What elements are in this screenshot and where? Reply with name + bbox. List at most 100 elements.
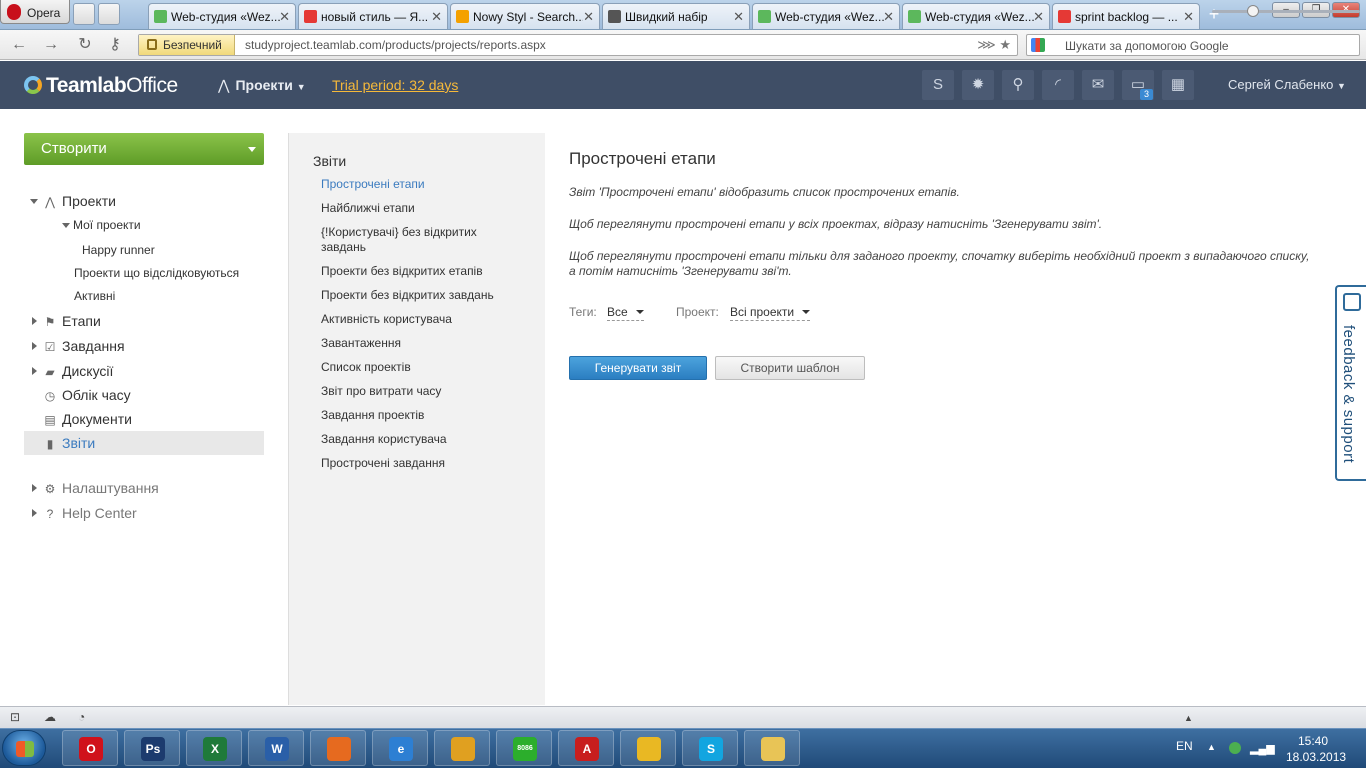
tab-title: Швидкий набір [625,10,708,24]
module-menu[interactable]: ⋀ Проекти ▼ [218,77,306,94]
network-icon[interactable]: ▂▄▆ [1250,742,1275,755]
gear-icon: ⚙ [44,482,56,496]
close-tab-icon[interactable]: ✕ [431,9,442,25]
close-tab-icon[interactable]: ✕ [279,9,290,25]
browser-tab[interactable]: Web-студия «Wez... ✕ [902,3,1050,29]
tags-select[interactable]: Все [607,305,644,321]
speed-dial-icon[interactable] [73,3,95,25]
report-link[interactable]: Активність користувача [321,312,521,327]
create-template-button[interactable]: Створити шаблон [715,356,865,380]
teamlab-logo[interactable]: TeamlabOffice [24,74,178,98]
language-indicator[interactable]: EN [1176,739,1193,753]
report-link[interactable]: {!Користувачі} без відкритих завдань [321,225,501,255]
trial-period-link[interactable]: Trial period: 32 days [332,77,458,93]
taskbar-app-button[interactable]: W [248,730,304,766]
close-tab-icon[interactable]: ✕ [1033,9,1044,25]
browser-tab[interactable]: sprint backlog — ... ✕ [1052,3,1200,29]
browser-tab[interactable]: Web-студия «Wez... ✕ [752,3,900,29]
browser-tab[interactable]: Nowy Styl - Search... ✕ [450,3,600,29]
sidebar-item-time-tracking[interactable]: ◷ Облік часу [45,387,131,403]
gear-icon[interactable]: ✹ [962,70,994,100]
feedback-tab[interactable]: feedback & support [1335,285,1366,481]
address-bar[interactable]: Безпечний studyproject.teamlab.com/produ… [138,34,1018,56]
close-tab-icon[interactable]: ✕ [583,9,594,25]
nav-followed-projects[interactable]: Проекти що відслідковуються [74,266,239,280]
expand-icon [30,199,38,204]
windows-logo-icon [16,741,34,757]
browser-tab[interactable]: Швидкий набір ✕ [602,3,750,29]
question-icon: ? [46,507,54,521]
search-input[interactable]: Шукати за допомогою Google [1026,34,1360,56]
taskbar-app-button[interactable]: X [186,730,242,766]
report-link[interactable]: Прострочені етапи [321,177,521,192]
sidebar-item-tasks[interactable]: ☑ Завдання [32,338,125,354]
report-link[interactable]: Найближчі етапи [321,201,521,216]
firefox-icon [327,737,351,761]
calendar-icon[interactable]: ▦ [1162,70,1194,100]
tray-expand-icon[interactable]: ▲ [1207,742,1216,752]
new-page-icon[interactable] [98,3,120,25]
nav-project-item[interactable]: Happy runner [82,243,155,257]
taskbar-app-button[interactable]: S [682,730,738,766]
create-button[interactable]: Створити [24,133,264,165]
reload-icon[interactable]: ↻ [74,35,96,55]
report-link[interactable]: Проекти без відкритих завдань [321,288,521,303]
feed-icon[interactable]: ◜ [1042,70,1074,100]
report-link[interactable]: Проекти без відкритих етапів [321,264,521,279]
close-tab-icon[interactable]: ✕ [883,9,894,25]
report-link[interactable]: Звіт про витрати часу [321,384,521,399]
report-link[interactable]: Завантаження [321,336,521,351]
mail-icon[interactable]: ✉ [1082,70,1114,100]
nav-my-projects[interactable]: Мої проекти [62,218,141,232]
turbo-icon[interactable]: ◔ [78,710,85,724]
report-link[interactable]: Завдання користувача [321,432,521,447]
taskbar-app-button[interactable] [744,730,800,766]
taskbar-app-button[interactable]: 8086 [496,730,552,766]
security-tray-icon[interactable] [1229,742,1241,754]
zoom-slider[interactable] [1212,10,1360,13]
zoom-slider-handle[interactable] [1247,5,1259,17]
forward-icon[interactable]: → [40,35,62,55]
sidebar-item-discussions[interactable]: ▰ Дискусії [32,363,113,379]
taskbar-app-button[interactable]: e [372,730,428,766]
sidebar-item-help[interactable]: ? Help Center [32,505,137,521]
nav-projects[interactable]: ⋀ Проекти [30,193,116,209]
report-link[interactable]: Прострочені завдання [321,456,521,471]
taskbar-app-button[interactable]: Ps [124,730,180,766]
key-icon[interactable]: ⚷ [104,35,126,55]
report-link[interactable]: Завдання проектів [321,408,521,423]
panel-toggle-icon[interactable]: ⊡ [10,710,20,724]
taskbar-app-button[interactable]: O [62,730,118,766]
taskbar-app-button[interactable]: A [558,730,614,766]
bookmark-star-icon[interactable]: ⋙ ★ [977,37,1011,53]
sidebar-item-reports[interactable]: ▮ Звіти [47,435,96,451]
sidebar-item-documents[interactable]: ▤ Документи [44,411,132,427]
report-instruction-all: Щоб переглянути прострочені етапи у всіх… [569,217,1103,231]
new-tab-button[interactable]: + [1204,4,1224,24]
up-arrow-icon[interactable]: ▲ [1184,713,1193,723]
browser-tab[interactable]: новый стиль — Я... ✕ [298,3,448,29]
clock-time[interactable]: 15:40 [1298,734,1328,748]
back-icon[interactable]: ← [8,35,30,55]
skype-icon[interactable]: S [922,70,954,100]
sidebar-item-milestones[interactable]: ⚑ Етапи [32,313,101,329]
search-icon[interactable]: ⚲ [1002,70,1034,100]
taskbar-app-button[interactable] [620,730,676,766]
close-tab-icon[interactable]: ✕ [733,9,744,25]
cloud-icon[interactable]: ☁ [44,710,56,724]
opera-menu-button[interactable]: Opera [0,0,70,24]
report-link[interactable]: Список проектів [321,360,521,375]
user-menu[interactable]: Сергей Слабенко ▼ [1228,77,1346,92]
clock-date[interactable]: 18.03.2013 [1286,750,1346,764]
expand-icon [32,317,37,325]
project-select[interactable]: Всі проекти [730,305,811,321]
start-button[interactable] [2,730,46,766]
browser-tab[interactable]: Web-студия «Wez... ✕ [148,3,296,29]
close-tab-icon[interactable]: ✕ [1183,9,1194,25]
generate-report-button[interactable]: Генерувати звіт [569,356,707,380]
nav-active-projects[interactable]: Активні [74,289,115,303]
taskbar-app-button[interactable] [310,730,366,766]
security-badge[interactable]: Безпечний [139,35,235,55]
taskbar-app-button[interactable] [434,730,490,766]
sidebar-item-settings[interactable]: ⚙ Налаштування [32,480,159,496]
